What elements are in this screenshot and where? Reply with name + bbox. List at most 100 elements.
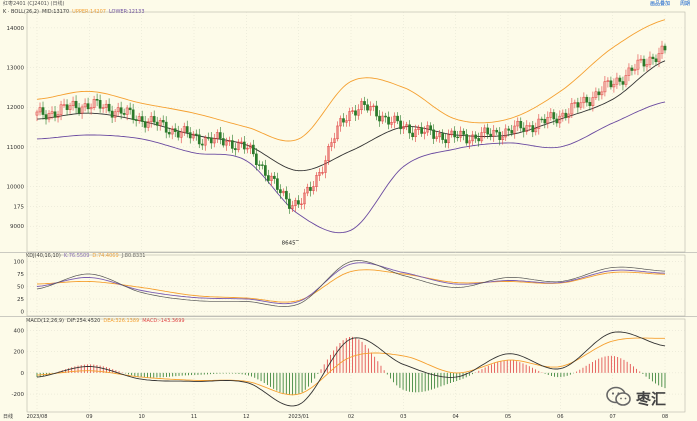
candle-body	[309, 187, 312, 191]
candle-body	[230, 140, 234, 149]
candle-body	[564, 112, 568, 118]
main-y-tick-label: 11000	[7, 145, 25, 151]
candle-body	[663, 45, 667, 51]
candle-body	[95, 99, 99, 101]
candle-body	[264, 165, 267, 176]
boll-mid-line	[36, 60, 666, 172]
macd-y-tick-label: -200	[12, 392, 25, 398]
candle-body	[531, 125, 535, 133]
main-y-tick-label: 175	[14, 204, 25, 210]
watermark-text: 枣汇	[636, 390, 667, 408]
macd-y-tick-label: 0	[21, 371, 25, 377]
candle-body	[441, 133, 444, 140]
candle-body	[122, 113, 126, 115]
candle-body	[654, 58, 658, 63]
candle-body	[522, 127, 526, 132]
x-tick-label: 06	[557, 414, 563, 420]
candle-body	[363, 101, 366, 105]
x-tick-label: 04	[452, 414, 458, 420]
candle-body	[543, 118, 547, 124]
candle-body	[273, 175, 276, 179]
candle-body	[200, 143, 204, 146]
candle-body	[474, 134, 478, 139]
candle-body	[297, 200, 300, 205]
candle-body	[251, 144, 255, 155]
candle-body	[188, 132, 192, 139]
candle-body	[651, 56, 655, 60]
kdj-y-tick-label: 25	[17, 297, 24, 303]
candle-body	[597, 91, 601, 96]
candle-body	[444, 139, 448, 144]
candle-body	[206, 137, 210, 139]
candle-body	[507, 128, 511, 131]
main-y-tick-label: 13000	[7, 66, 25, 72]
candle-body	[194, 133, 198, 136]
candle-body	[134, 119, 138, 121]
x-tick-label: 02	[348, 414, 354, 420]
candle-body	[456, 136, 460, 139]
candle-body	[44, 114, 48, 120]
candle-body	[98, 100, 102, 109]
candle-body	[489, 133, 493, 137]
candle-body	[477, 138, 481, 142]
candle-body	[41, 107, 45, 115]
x-tick-label: 05	[505, 414, 511, 420]
candle-body	[65, 104, 69, 110]
candle-body	[429, 125, 432, 131]
candle-body	[119, 107, 123, 114]
candle-body	[131, 109, 135, 120]
boll-upper-line	[36, 19, 666, 142]
candle-body	[510, 130, 514, 134]
candle-body	[152, 116, 156, 123]
candle-body	[221, 138, 225, 146]
wechat-watermark: 枣汇	[606, 386, 676, 410]
candle-body	[387, 116, 390, 125]
x-tick-label: 12	[243, 414, 249, 420]
candle-body	[354, 110, 357, 116]
x-tick-label: 10	[138, 414, 144, 420]
candle-body	[285, 190, 288, 200]
kdj-y-tick-label: 75	[17, 272, 24, 278]
wechat-logo-icon	[606, 386, 631, 406]
candle-body	[140, 116, 144, 122]
candle-body	[161, 120, 165, 123]
candle-body	[411, 132, 414, 138]
stock-chart[interactable]: 1400013000120001100010000175900010075502…	[0, 0, 697, 421]
candle-body	[258, 164, 261, 166]
x-tick-label: 09	[86, 414, 92, 420]
candle-body	[276, 178, 279, 190]
candle-body	[588, 102, 592, 107]
kdj-y-tick-label: 0	[21, 310, 25, 316]
candle-body	[167, 132, 171, 135]
candle-body	[519, 120, 523, 129]
candle-body	[630, 67, 634, 71]
candle-body	[555, 118, 559, 124]
candle-body	[342, 118, 345, 123]
candle-body	[420, 127, 423, 134]
candle-body	[396, 115, 399, 122]
candle-body	[642, 58, 646, 67]
candle-body	[242, 141, 246, 150]
candle-body	[621, 81, 625, 85]
x-tick-label: 11	[191, 414, 197, 420]
candle-body	[432, 129, 435, 139]
x-tick-label: 08	[662, 414, 668, 420]
candle-body	[74, 100, 78, 109]
candle-body	[465, 134, 469, 144]
candle-body	[218, 132, 222, 139]
candle-body	[375, 105, 378, 117]
candle-body	[576, 102, 580, 108]
kdj-y-tick-label: 50	[17, 285, 24, 291]
candle-body	[77, 107, 81, 114]
candle-body	[288, 198, 291, 209]
candle-body	[384, 115, 387, 118]
candle-body	[408, 124, 411, 134]
x-tick-label: 2023/01	[288, 414, 309, 420]
candle-body	[552, 112, 556, 120]
price-annotation: 8645	[282, 240, 296, 246]
candle-body	[279, 189, 282, 194]
candle-body	[173, 128, 177, 132]
main-y-tick-label: 12000	[7, 105, 25, 111]
x-tick-label: 2023/08	[27, 414, 48, 420]
main-y-tick-label: 10000	[7, 185, 25, 191]
